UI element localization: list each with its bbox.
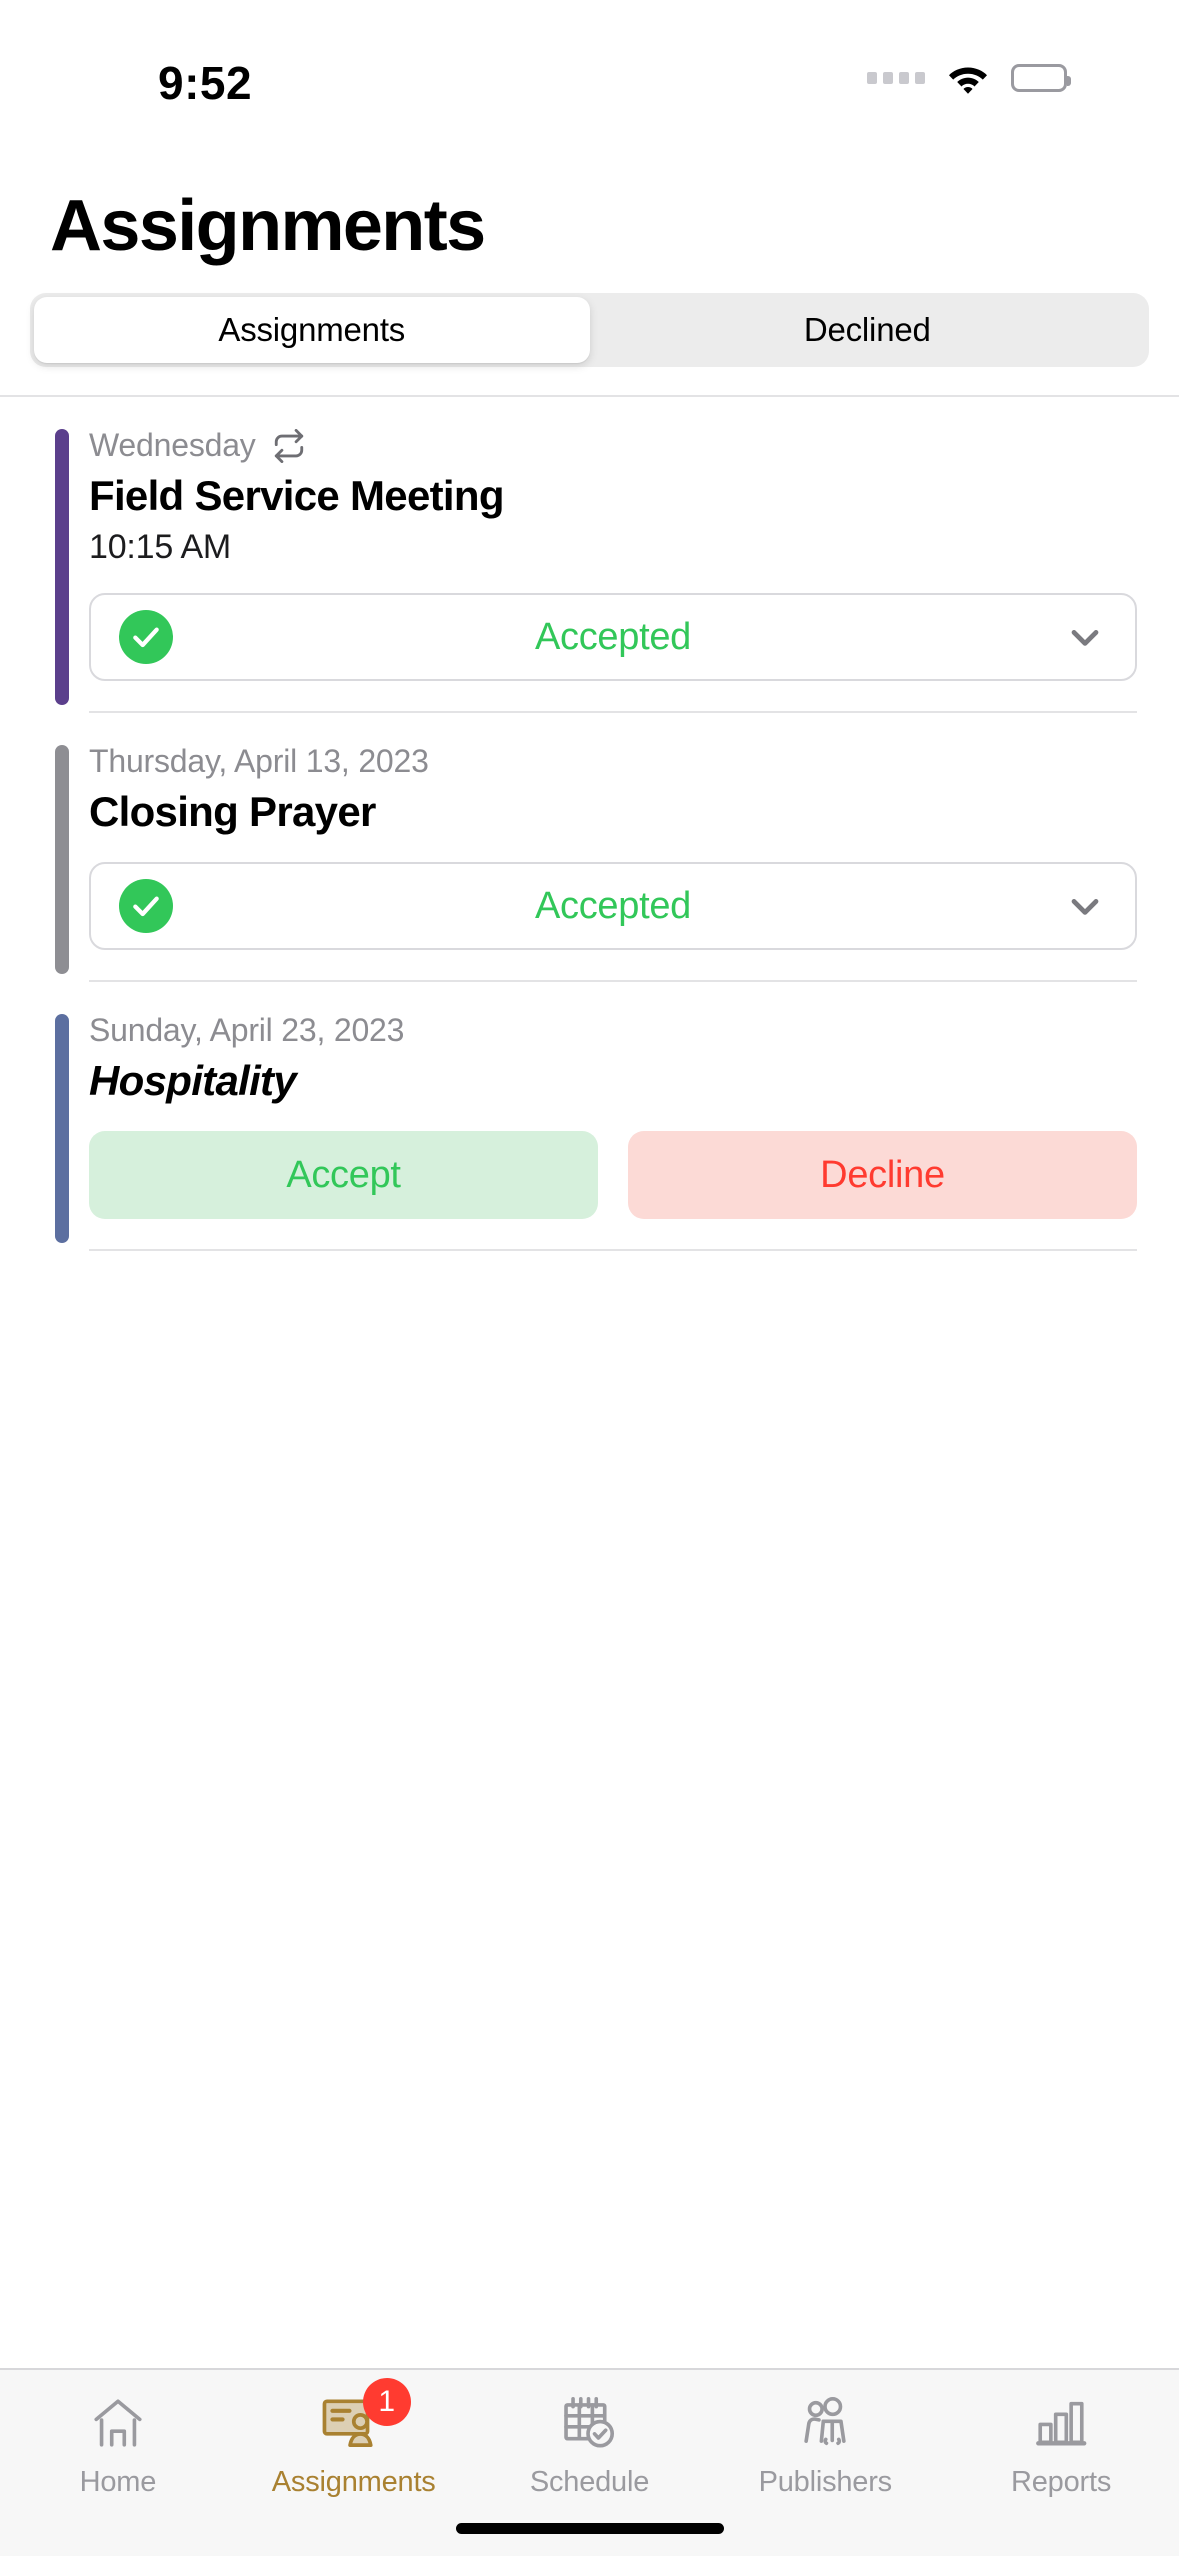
assignment-meta: Wednesday <box>89 427 1137 464</box>
chevron-down-icon[interactable] <box>1063 884 1107 928</box>
cellular-dots-icon <box>867 72 925 84</box>
repeat-icon <box>272 428 306 463</box>
assignment-accent-bar <box>55 1014 69 1243</box>
status-bar: 9:52 <box>0 0 1179 140</box>
assignment-card[interactable]: Thursday, April 13, 2023 Closing Prayer … <box>0 713 1179 982</box>
accept-button[interactable]: Accept <box>89 1131 598 1219</box>
tab-schedule[interactable]: Schedule <box>472 2392 708 2499</box>
assignment-status-button[interactable]: Accepted <box>89 593 1137 681</box>
assignment-accent-bar <box>55 429 69 705</box>
tab-label: Assignments <box>271 2466 436 2498</box>
assignment-title: Closing Prayer <box>89 788 376 835</box>
page-title: Assignments <box>50 186 486 266</box>
segmented-control[interactable]: Assignments Declined <box>30 293 1149 367</box>
calendar-check-icon <box>556 2392 622 2454</box>
assignment-status-label: Accepted <box>534 615 692 658</box>
id-card-person-icon: 1 <box>321 2378 411 2454</box>
assignment-title: Hospitality <box>89 1057 297 1104</box>
assignment-date: Thursday, April 13, 2023 <box>89 743 429 779</box>
tab-label: Schedule <box>529 2466 650 2498</box>
segment-declined[interactable]: Declined <box>590 297 1146 363</box>
assignment-time: 10:15 AM <box>89 528 232 566</box>
chevron-down-icon[interactable] <box>1063 615 1107 659</box>
assignment-card[interactable]: Wednesday Field Service Meeting 10:15 AM <box>0 397 1179 713</box>
assignment-action-row: Accept Decline <box>89 1131 1137 1219</box>
tab-label: Publishers <box>758 2466 893 2498</box>
assignment-date: Sunday, April 23, 2023 <box>89 1012 405 1048</box>
assignments-list: Wednesday Field Service Meeting 10:15 AM <box>0 397 1179 2556</box>
tab-home[interactable]: Home <box>0 2392 236 2499</box>
decline-button[interactable]: Decline <box>628 1131 1137 1219</box>
card-separator <box>89 1249 1137 1251</box>
segment-assignments[interactable]: Assignments <box>34 297 590 363</box>
status-bar-indicators <box>867 62 1071 94</box>
tab-label: Home <box>79 2466 157 2498</box>
status-bar-time: 9:52 <box>158 57 253 109</box>
assignment-title: Field Service Meeting <box>89 472 504 519</box>
assignment-meta: Thursday, April 13, 2023 <box>89 743 1137 780</box>
wifi-icon <box>947 62 989 94</box>
assignment-status-button[interactable]: Accepted <box>89 862 1137 950</box>
tab-reports[interactable]: Reports <box>943 2392 1179 2499</box>
bar-chart-icon <box>1028 2392 1094 2454</box>
tab-publishers[interactable]: Publishers <box>707 2392 943 2499</box>
home-icon <box>85 2392 151 2454</box>
tab-assignments[interactable]: 1 Assignments <box>236 2378 472 2499</box>
people-icon <box>792 2392 858 2454</box>
assignment-date: Wednesday <box>89 427 256 463</box>
assignment-meta: Sunday, April 23, 2023 <box>89 1012 1137 1049</box>
assignment-status-label: Accepted <box>534 884 692 927</box>
assignments-badge: 1 <box>362 2378 411 2426</box>
assignment-accent-bar <box>55 745 69 974</box>
home-indicator[interactable] <box>455 2523 724 2534</box>
phone-screen: 9:52 Assignments Assignments Declined We… <box>0 0 1179 2556</box>
battery-full-icon <box>1011 64 1071 92</box>
assignment-card[interactable]: Sunday, April 23, 2023 Hospitality Accep… <box>0 982 1179 1251</box>
header: Assignments <box>0 140 1179 265</box>
tab-label: Reports <box>1011 2466 1112 2498</box>
